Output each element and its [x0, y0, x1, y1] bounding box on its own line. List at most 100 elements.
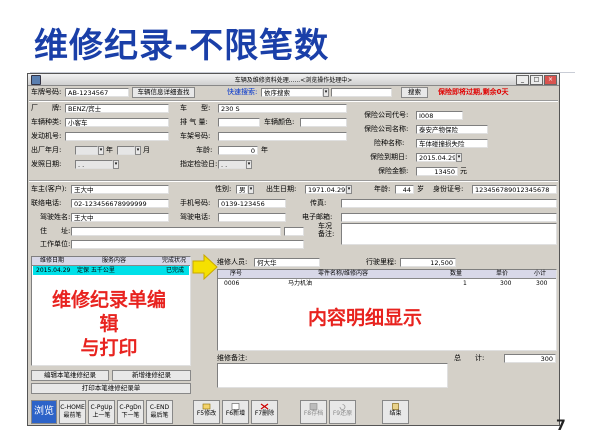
- owner-age-label: 年龄:: [374, 185, 391, 193]
- brand-input[interactable]: BENZ/宾士: [65, 104, 169, 113]
- minimize-button[interactable]: _: [516, 75, 529, 85]
- model-input[interactable]: 230 S: [218, 104, 347, 113]
- f8-label: F8存档: [303, 410, 324, 417]
- first-key: C-HOME: [60, 404, 85, 411]
- f9-restore-button[interactable]: F9还原: [329, 400, 356, 424]
- engine-label: 发动机号:: [31, 132, 62, 140]
- driver-phone-input[interactable]: [218, 213, 286, 222]
- quick-search-select[interactable]: 依序搜索: [261, 88, 323, 97]
- prev-record-button[interactable]: C-PgUp 上一笔: [88, 400, 115, 424]
- slide-title: 维修纪录-不限笔数: [34, 26, 330, 66]
- mobile-input[interactable]: 0139-123456: [218, 199, 286, 208]
- history-col-service: 服务内容: [102, 257, 127, 264]
- edit-record-button[interactable]: 编辑本笔维修纪录: [31, 370, 109, 381]
- detail-col-subtotal: 小计: [534, 270, 547, 277]
- print-record-button[interactable]: 打印本笔维修纪录单: [31, 383, 191, 394]
- f8-save-button[interactable]: F8存档: [300, 400, 327, 424]
- insurer-name-label: 保险公司名称:: [364, 125, 409, 133]
- total-input[interactable]: 300: [504, 354, 556, 363]
- detail-cell-subtotal: 300: [536, 280, 548, 287]
- detail-search-button[interactable]: 车辆信息详细查找: [132, 87, 195, 98]
- f5-label: F5修改: [196, 410, 217, 417]
- notes-textarea[interactable]: [341, 223, 557, 245]
- detail-cell-price: 300: [500, 280, 512, 287]
- insurance-type-input[interactable]: 车体碰撞损失险: [416, 139, 488, 148]
- year-input[interactable]: [75, 146, 98, 155]
- plate-input[interactable]: AB-1234567: [65, 88, 129, 97]
- work-label: 工作单位:: [40, 240, 71, 248]
- color-input[interactable]: [300, 118, 347, 127]
- address-input[interactable]: [71, 227, 281, 236]
- remark-textarea[interactable]: [217, 363, 448, 388]
- owner-age-input[interactable]: 44: [395, 185, 414, 194]
- month-dropdown-icon[interactable]: ▾: [135, 146, 141, 155]
- phone-label: 联络电话:: [31, 199, 62, 207]
- add-record-button[interactable]: 新增维修纪录: [112, 370, 191, 381]
- issue-date-label: 发照日期:: [31, 160, 62, 168]
- f6-add-button[interactable]: F6新增: [222, 400, 249, 424]
- category-input[interactable]: 小客车: [65, 118, 169, 127]
- year-dropdown-icon[interactable]: ▾: [98, 146, 104, 155]
- quick-search-dropdown-icon[interactable]: ▾: [323, 88, 329, 97]
- work-input[interactable]: [71, 240, 304, 249]
- remark-label: 维修备注:: [217, 354, 248, 362]
- displacement-input[interactable]: [218, 118, 260, 127]
- last-record-button[interactable]: C-END 最后笔: [146, 400, 173, 424]
- expire-input[interactable]: 2015.04.29: [416, 153, 456, 162]
- month-unit: 月: [143, 146, 150, 154]
- f7-label: F7删除: [254, 410, 275, 417]
- issue-date-input[interactable]: . .: [75, 160, 113, 169]
- first-record-button[interactable]: C-HOME 最前笔: [59, 400, 86, 424]
- id-label: 身份证号:: [433, 185, 464, 193]
- frame-input[interactable]: [218, 132, 347, 141]
- next-record-button[interactable]: C-PgDn 下一笔: [117, 400, 144, 424]
- history-row[interactable]: 2015.04.29 定保 五千公里 已完成: [33, 266, 189, 275]
- browse-mode-button[interactable]: 浏览: [31, 400, 57, 424]
- arrow-icon: [192, 254, 218, 280]
- f6-label: F6新增: [225, 410, 246, 417]
- driver-input[interactable]: 王大中: [71, 213, 169, 222]
- address-zip-input[interactable]: [284, 227, 304, 236]
- fax-input[interactable]: [341, 199, 557, 208]
- id-input[interactable]: 123456789012345678: [472, 185, 557, 194]
- close-button[interactable]: ×: [544, 75, 557, 85]
- vehicle-age-input[interactable]: 0: [218, 146, 258, 155]
- f7-delete-button[interactable]: F7删除: [251, 400, 278, 424]
- month-input[interactable]: [117, 146, 135, 155]
- expire-dropdown-icon[interactable]: ▾: [456, 153, 462, 162]
- inspect-input[interactable]: . .: [218, 160, 246, 169]
- insurer-code-input[interactable]: I008: [416, 111, 463, 120]
- next-label: 下一笔: [121, 412, 140, 419]
- birth-dropdown-icon[interactable]: ▾: [346, 185, 352, 194]
- staff-input[interactable]: 何大华: [254, 258, 320, 267]
- engine-input[interactable]: [65, 132, 169, 141]
- add-icon: [231, 403, 240, 410]
- prev-label: 上一笔: [92, 412, 111, 419]
- search-input[interactable]: [331, 88, 392, 97]
- mileage-input[interactable]: 12,500: [400, 258, 456, 267]
- amount-unit: 元: [460, 167, 467, 175]
- email-input[interactable]: [341, 213, 557, 222]
- window-titlebar[interactable]: 车辆及维修资料处理......<浏览操作处理中> _ □ ×: [28, 74, 559, 86]
- mobile-label: 手机号码:: [180, 199, 211, 207]
- phone-input[interactable]: 02-123456678999999: [71, 199, 169, 208]
- owner-input[interactable]: 王大中: [71, 185, 169, 194]
- edit-print-caption: 维修纪录单编辑 与打印: [51, 289, 166, 359]
- age-unit: 年: [261, 146, 268, 154]
- f5-edit-button[interactable]: F5修改: [193, 400, 220, 424]
- detail-row[interactable]: 0006 马力机油 1 300 300: [218, 279, 556, 288]
- issue-date-dropdown-icon[interactable]: ▾: [113, 160, 119, 169]
- inspect-dropdown-icon[interactable]: ▾: [246, 160, 252, 169]
- search-button[interactable]: 搜索: [401, 87, 428, 98]
- birth-input[interactable]: 1971.04.29: [305, 185, 346, 194]
- inspect-label: 指定检验日:: [180, 160, 218, 168]
- gender-select[interactable]: 男: [236, 185, 248, 194]
- address-label: 住 址:: [40, 227, 71, 235]
- insurer-name-input[interactable]: 泰安产物保险: [416, 125, 488, 134]
- fax-label: 传真:: [310, 199, 327, 207]
- maximize-button[interactable]: □: [530, 75, 543, 85]
- exit-button[interactable]: 结束: [382, 400, 409, 424]
- plate-label: 车牌号码:: [31, 88, 62, 96]
- gender-dropdown-icon[interactable]: ▾: [248, 185, 254, 194]
- amount-input[interactable]: 13450: [416, 167, 458, 176]
